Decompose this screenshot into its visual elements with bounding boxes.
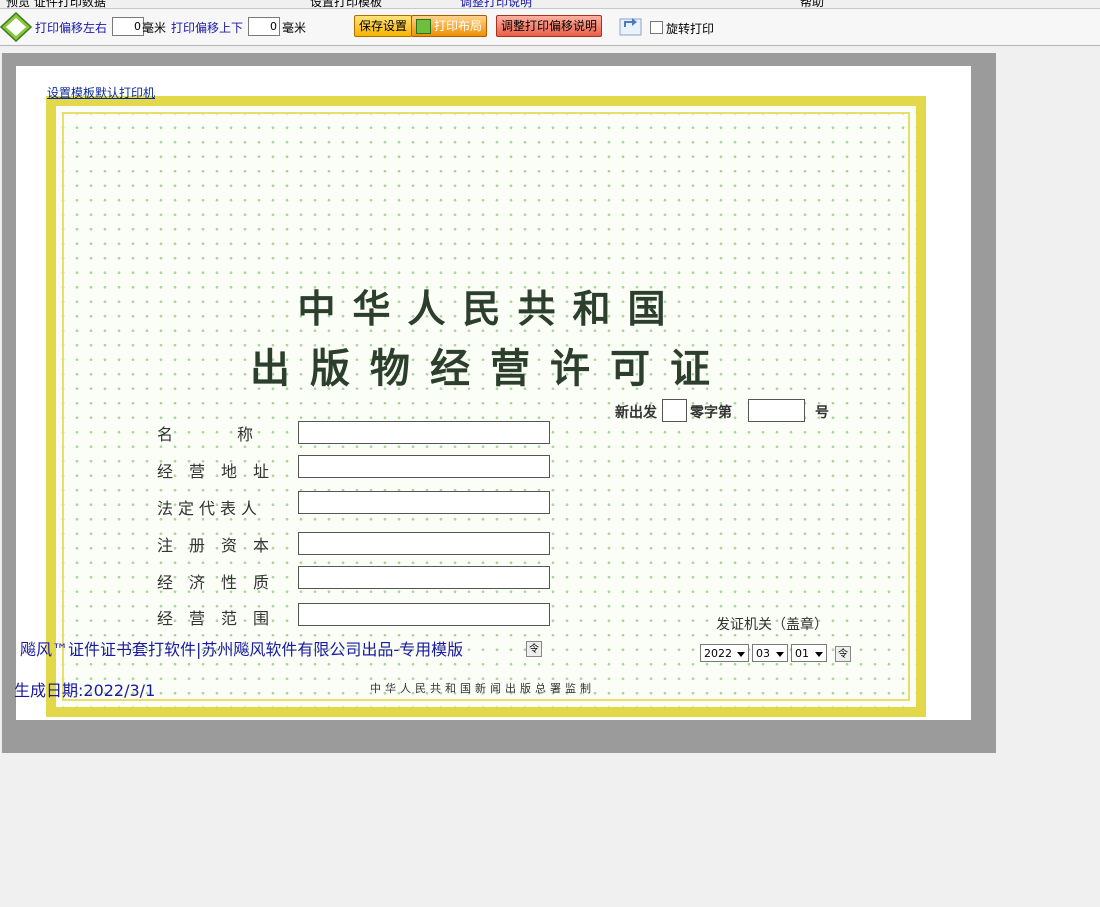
serial-suffix: 号	[815, 405, 829, 421]
move-arrows-icon[interactable]	[0, 12, 32, 42]
print-layout-label: 打印布局	[434, 19, 483, 33]
day-value: 01	[795, 647, 809, 660]
label-name: 名 称	[157, 425, 254, 444]
unit-mm-2: 毫米	[282, 21, 307, 35]
menu-bar: 预览 证件打印数据 设置打印模板 调整打印说明 帮助	[0, 0, 1100, 9]
year-value: 2022	[704, 647, 732, 660]
name-field[interactable]	[298, 421, 550, 444]
set-default-printer-link[interactable]: 设置模板默认打印机	[47, 84, 155, 101]
rotate-checkbox[interactable]	[650, 21, 663, 34]
print-layout-button[interactable]: 打印布局	[411, 15, 488, 37]
toolbar: 打印偏移左右 毫米 打印偏移上下 毫米 保存设置 打印布局 调整打印偏移说明 旋…	[0, 9, 1100, 46]
chevron-down-icon	[815, 652, 823, 657]
certificate-title-country: 中华人民共和国	[297, 286, 683, 331]
certificate-title-license: 出版物经营许可证	[250, 345, 730, 392]
month-select[interactable]: 03	[752, 644, 788, 662]
chevron-down-icon	[776, 652, 784, 657]
rotate-label: 旋转打印	[666, 22, 715, 36]
chevron-down-icon	[737, 652, 745, 657]
address-field[interactable]	[298, 455, 550, 478]
offset-ud-label: 打印偏移上下	[171, 21, 244, 35]
month-value: 03	[756, 647, 770, 660]
layout-icon	[416, 19, 431, 34]
nature-field[interactable]	[298, 566, 550, 589]
save-settings-button[interactable]: 保存设置	[354, 15, 413, 37]
serial-number-field[interactable]	[748, 399, 805, 422]
label-nature: 经 济 性 质	[157, 573, 270, 592]
legal-rep-field[interactable]	[298, 491, 550, 514]
menu-text-right[interactable]: 帮助	[800, 0, 824, 8]
generated-date: 生成日期:2022/3/1	[14, 681, 156, 700]
offset-help-button[interactable]: 调整打印偏移说明	[496, 15, 603, 37]
capital-field[interactable]	[298, 532, 550, 555]
label-capital: 注 册 资 本	[157, 536, 270, 555]
serial-prefix: 新出发	[615, 405, 657, 421]
scope-field[interactable]	[298, 603, 550, 626]
offset-lr-label: 打印偏移左右	[35, 21, 108, 35]
label-scope: 经 营 范 围	[157, 609, 270, 628]
software-watermark: 飚风™证件证书套打软件|苏州飚风软件有限公司出品-专用模版	[20, 640, 464, 659]
left-date-picker-button[interactable]: 令	[526, 641, 542, 657]
year-select[interactable]: 2022	[700, 644, 749, 662]
supervisor-text: 中华人民共和国新闻出版总署监制	[370, 682, 595, 695]
date-picker-button[interactable]: 令	[835, 646, 851, 662]
menu-text-left[interactable]: 预览 证件打印数据	[6, 0, 106, 8]
menu-link[interactable]: 调整打印说明	[460, 0, 532, 8]
rotate-icon[interactable]	[619, 13, 643, 37]
issuing-authority: 发证机关（盖章）	[716, 617, 828, 633]
serial-mid: 零字第	[690, 405, 732, 421]
unit-mm-1: 毫米	[142, 21, 167, 35]
label-address: 经 营 地 址	[157, 462, 270, 481]
offset-ud-input[interactable]	[248, 17, 280, 36]
day-select[interactable]: 01	[791, 644, 827, 662]
menu-text-mid[interactable]: 设置打印模板	[310, 0, 382, 8]
label-legal-rep: 法定代表人	[157, 499, 263, 518]
serial-code-field[interactable]	[662, 399, 687, 422]
offset-lr-input[interactable]	[112, 17, 144, 36]
